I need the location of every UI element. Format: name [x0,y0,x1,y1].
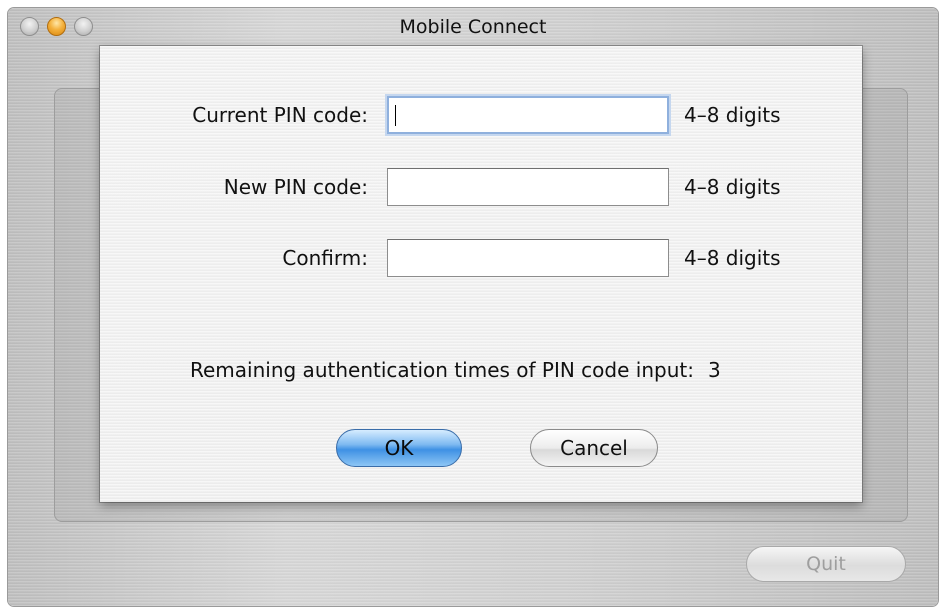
confirm-pin-hint: 4–8 digits [684,246,781,270]
remaining-attempts-label: Remaining authentication times of PIN co… [190,358,694,382]
quit-button[interactable]: Quit [746,546,906,582]
confirm-pin-label: Confirm: [282,246,368,270]
current-pin-row: Current PIN code: 4–8 digits [100,96,862,136]
current-pin-label: Current PIN code: [192,103,368,127]
remaining-attempts-count: 3 [707,358,721,382]
new-pin-hint: 4–8 digits [684,175,781,199]
new-pin-input[interactable] [387,168,669,206]
current-pin-hint: 4–8 digits [684,103,781,127]
title-bar: Mobile Connect [8,8,938,44]
current-pin-input[interactable] [387,96,669,134]
ok-button[interactable]: OK [336,429,462,467]
new-pin-row: New PIN code: 4–8 digits [100,168,862,208]
application-window: Mobile Connect Quit Current PIN code: 4–… [8,8,938,606]
new-pin-label: New PIN code: [223,175,368,199]
cancel-button[interactable]: Cancel [530,429,658,467]
change-pin-sheet: Current PIN code: 4–8 digits New PIN cod… [100,46,862,502]
confirm-pin-input[interactable] [387,239,669,277]
confirm-pin-row: Confirm: 4–8 digits [100,239,862,279]
remaining-attempts: Remaining authentication times of PIN co… [190,358,721,382]
window-title: Mobile Connect [399,16,547,38]
text-cursor [395,105,396,126]
